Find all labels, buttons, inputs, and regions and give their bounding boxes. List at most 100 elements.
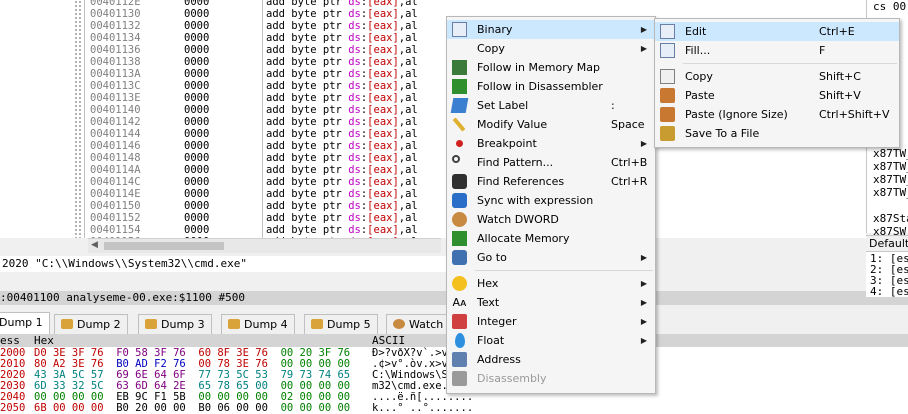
instruction-operand: ,al	[398, 176, 418, 188]
submenu-item-save-to-a-file[interactable]: Save To a File	[655, 124, 899, 143]
argument-line: 4: [es	[870, 285, 908, 298]
menu-item-set-label[interactable]: Set Label:	[447, 96, 655, 115]
menu-item-integer[interactable]: Integer ▶	[447, 312, 655, 331]
disassembly-row[interactable]: 00401148 0000 add byte ptr ds:[eax],al	[0, 152, 446, 164]
disassembly-row[interactable]: 0040112E 0000 add byte ptr ds:[eax],al	[0, 0, 446, 8]
menu-item-text[interactable]: Aᴀ Text ▶	[447, 293, 655, 312]
tab-dump-4[interactable]: Dump 4	[221, 314, 295, 335]
memory-operand: [eax]	[367, 116, 399, 128]
instruction-address: 00401132	[90, 20, 141, 32]
disassembly-row[interactable]: 00401134 0000 add byte ptr ds:[eax],al	[0, 32, 446, 44]
disassembly-row[interactable]: 00401152 0000 add byte ptr ds:[eax],al	[0, 212, 446, 224]
scroll-left-icon[interactable]: ◀	[91, 240, 98, 250]
tab-dump-5[interactable]: Dump 5	[304, 314, 378, 335]
disassembly-row[interactable]: 0040114E 0000 add byte ptr ds:[eax],al	[0, 188, 446, 200]
instruction-mnemonic: add byte ptr	[266, 164, 349, 176]
menu-item-follow-in-disassembler[interactable]: Follow in Disassembler	[447, 77, 655, 96]
menu-item-label: Breakpoint	[477, 137, 537, 150]
address-column-header[interactable]: ess	[0, 334, 20, 347]
submenu-item-paste[interactable]: Paste Shift+V	[655, 86, 899, 105]
disassembly-row[interactable]: 00401146 0000 add byte ptr ds:[eax],al	[0, 140, 446, 152]
instruction-operand: ,al	[398, 116, 418, 128]
hex-byte-group[interactable]: 00 00 00 00	[281, 402, 351, 414]
instruction-bytes: 0000	[184, 188, 210, 200]
disassembly-row[interactable]: 00401154 0000 add byte ptr ds:[eax],al	[0, 224, 446, 236]
disassembly-row[interactable]: 0040113A 0000 add byte ptr ds:[eax],al	[0, 68, 446, 80]
memory-operand: [eax]	[367, 128, 399, 140]
menu-item-go-to[interactable]: Go to ▶	[447, 248, 655, 267]
instruction-mnemonic: add byte ptr	[266, 0, 349, 8]
integer-icon	[452, 314, 467, 329]
register-line[interactable]: x87TW_	[873, 173, 908, 186]
hex-byte-group[interactable]: B0 20 00 00	[116, 402, 198, 414]
disassembly-row[interactable]: 00401144 0000 add byte ptr ds:[eax],al	[0, 128, 446, 140]
hex-column-header[interactable]: Hex	[34, 334, 54, 347]
dump-ascii[interactable]: k...° ..°.......	[372, 403, 473, 414]
disassembly-row[interactable]: 00401138 0000 add byte ptr ds:[eax],al	[0, 56, 446, 68]
submenu-item-label: Paste	[685, 89, 715, 102]
menu-item-follow-in-memory-map[interactable]: Follow in Memory Map	[447, 58, 655, 77]
menu-item-modify-value[interactable]: Modify Value Space	[447, 115, 655, 134]
submenu-item-edit[interactable]: Edit Ctrl+E	[655, 22, 899, 41]
disassembly-row[interactable]: 00401136 0000 add byte ptr ds:[eax],al	[0, 44, 446, 56]
instruction-text: add byte ptr ds:[eax],al	[266, 92, 418, 104]
instruction-text: add byte ptr ds:[eax],al	[266, 164, 418, 176]
disassembly-horizontal-scrollbar[interactable]: ◀	[88, 238, 441, 253]
ascii-column-header[interactable]: ASCII	[372, 334, 405, 347]
disassembly-row[interactable]: 00401150 0000 add byte ptr ds:[eax],al	[0, 200, 446, 212]
memory-operand: [eax]	[367, 92, 399, 104]
disassembly-row[interactable]: 00401132 0000 add byte ptr ds:[eax],al	[0, 20, 446, 32]
disassembly-row[interactable]: 0040113E 0000 add byte ptr ds:[eax],al	[0, 92, 446, 104]
menu-item-breakpoint[interactable]: Breakpoint ▶	[447, 134, 655, 153]
disassembly-row[interactable]: 0040113C 0000 add byte ptr ds:[eax],al	[0, 80, 446, 92]
hex-byte-group[interactable]: B0 06 00 00	[198, 402, 280, 414]
disassembly-row[interactable]: 0040114A 0000 add byte ptr ds:[eax],al	[0, 164, 446, 176]
instruction-text: add byte ptr ds:[eax],al	[266, 44, 418, 56]
register-line[interactable]: x87TW_	[873, 160, 908, 173]
register-line[interactable]: x87Sta	[873, 212, 908, 225]
instruction-text: add byte ptr ds:[eax],al	[266, 212, 418, 224]
menu-item-hex[interactable]: Hex ▶	[447, 274, 655, 293]
dump-hex-bytes[interactable]: 6B 00 00 00 B0 20 00 00 B0 06 00 00 00 0…	[34, 403, 350, 414]
menu-item-sync-with-expression[interactable]: Sync with expression	[447, 191, 655, 210]
menu-item-allocate-memory[interactable]: Allocate Memory	[447, 229, 655, 248]
instruction-text: add byte ptr ds:[eax],al	[266, 224, 418, 236]
dump-row[interactable]: 2050 6B 00 00 00 B0 20 00 00 B0 06 00 00 …	[0, 403, 908, 414]
tab-dump-2[interactable]: Dump 2	[54, 314, 128, 335]
scroll-thumb[interactable]	[104, 242, 224, 250]
register-cs[interactable]: cs 00	[873, 0, 906, 13]
submenu-item-fill[interactable]: Fill... F	[655, 41, 899, 60]
instruction-mnemonic: add byte ptr	[266, 56, 349, 68]
disassembly-row[interactable]: 00401140 0000 add byte ptr ds:[eax],al	[0, 104, 446, 116]
hex-byte-group[interactable]: 6B 00 00 00	[34, 402, 116, 414]
disassembly-row[interactable]: 00401130 0000 add byte ptr ds:[eax],al	[0, 8, 446, 20]
instruction-operand: ,al	[398, 188, 418, 200]
menu-item-copy[interactable]: Copy ▶	[447, 39, 655, 58]
instruction-text: add byte ptr ds:[eax],al	[266, 200, 418, 212]
menu-item-address[interactable]: Address	[447, 350, 655, 369]
menu-item-float[interactable]: Float ▶	[447, 331, 655, 350]
menu-item-watch-dword[interactable]: Watch DWORD	[447, 210, 655, 229]
menu-item-find-references[interactable]: Find References Ctrl+R	[447, 172, 655, 191]
submenu-item-copy[interactable]: Copy Shift+C	[655, 67, 899, 86]
disassembly-row[interactable]: 0040114C 0000 add byte ptr ds:[eax],al	[0, 176, 446, 188]
instruction-bytes: 0000	[184, 44, 210, 56]
calling-convention-select[interactable]: Default	[866, 235, 908, 252]
call-arguments-panel[interactable]: 1: [es 2: [es 3: [es 4: [es	[866, 251, 908, 298]
save-file-icon	[660, 126, 675, 141]
tab-dump-1[interactable]: Dump 1	[0, 312, 50, 335]
disassembly-row[interactable]: 00401142 0000 add byte ptr ds:[eax],al	[0, 116, 446, 128]
dump-context-menu: Binary ▶ Copy ▶ Follow in Memory Map Follow i…	[446, 16, 656, 394]
register-line[interactable]: x87TW_	[873, 147, 908, 160]
menu-item-find-pattern[interactable]: Find Pattern... Ctrl+B	[447, 153, 655, 172]
tab-watch[interactable]: Watch	[386, 314, 451, 335]
memory-operand: [eax]	[367, 0, 399, 8]
segment-register: ds	[348, 56, 361, 68]
tab-dump-3[interactable]: Dump 3	[138, 314, 212, 335]
submenu-item-paste-ignore-size[interactable]: Paste (Ignore Size) Ctrl+Shift+V	[655, 105, 899, 124]
menu-item-binary[interactable]: Binary ▶	[447, 20, 655, 39]
register-line[interactable]: x87TW_	[873, 186, 908, 199]
submenu-item-shortcut: Ctrl+Shift+V	[819, 108, 890, 121]
segment-register: ds	[348, 80, 361, 92]
memory-operand: [eax]	[367, 200, 399, 212]
